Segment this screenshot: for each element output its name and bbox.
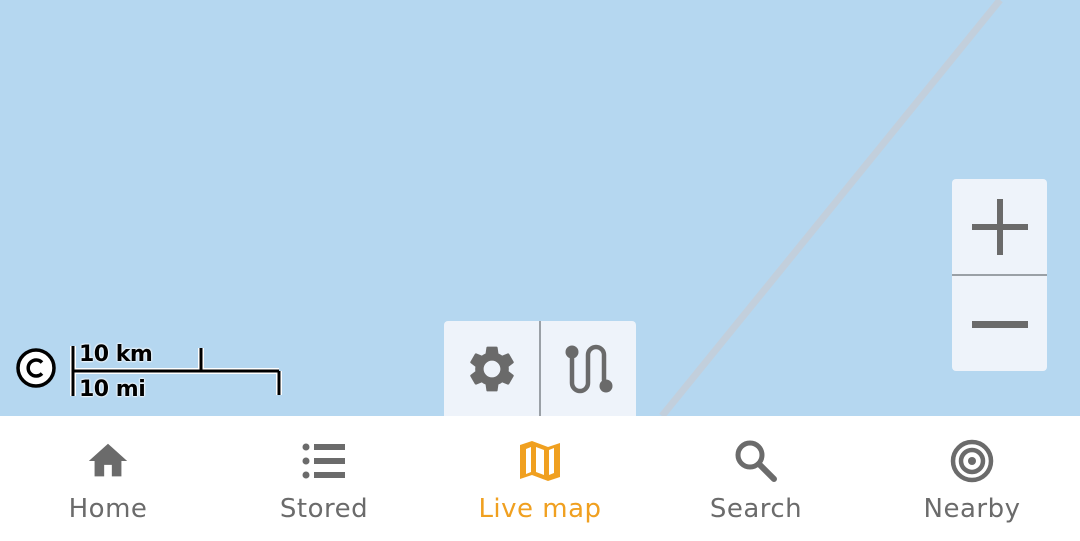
- list-icon: [302, 438, 346, 484]
- home-icon: [84, 438, 132, 484]
- minus-icon: [971, 320, 1028, 328]
- nav-label-live-map: Live map: [478, 494, 602, 524]
- gear-icon: [469, 346, 514, 391]
- route-icon: [565, 344, 612, 393]
- nav-item-live-map[interactable]: Live map: [432, 416, 648, 541]
- zoom-in-button[interactable]: [952, 179, 1047, 274]
- live-map[interactable]: 10 km 10 mi: [0, 0, 1080, 416]
- nav-item-stored[interactable]: Stored: [216, 416, 432, 541]
- nav-label-nearby: Nearby: [923, 494, 1021, 524]
- zoom-out-button[interactable]: [952, 276, 1047, 371]
- copyright-icon[interactable]: [15, 347, 57, 389]
- scale-metric-label: 10 km: [79, 342, 153, 367]
- map-settings-button[interactable]: [444, 321, 539, 416]
- map-tools-panel: [444, 321, 636, 416]
- nav-item-search[interactable]: Search: [648, 416, 864, 541]
- nav-label-stored: Stored: [279, 494, 369, 524]
- nav-label-search: Search: [709, 494, 803, 524]
- search-icon: [733, 438, 779, 484]
- map-icon: [518, 438, 562, 484]
- nav-item-nearby[interactable]: Nearby: [864, 416, 1080, 541]
- nearby-icon: [949, 438, 995, 484]
- nav-label-home: Home: [68, 494, 148, 524]
- map-scale-bar: 10 km 10 mi: [66, 340, 286, 402]
- plus-icon: [971, 198, 1028, 255]
- zoom-controls: [952, 179, 1047, 371]
- bottom-navigation: Home Stored Live map Search Nearby: [0, 416, 1080, 541]
- route-button[interactable]: [541, 321, 636, 416]
- nav-item-home[interactable]: Home: [0, 416, 216, 541]
- scale-imperial-label: 10 mi: [79, 377, 146, 402]
